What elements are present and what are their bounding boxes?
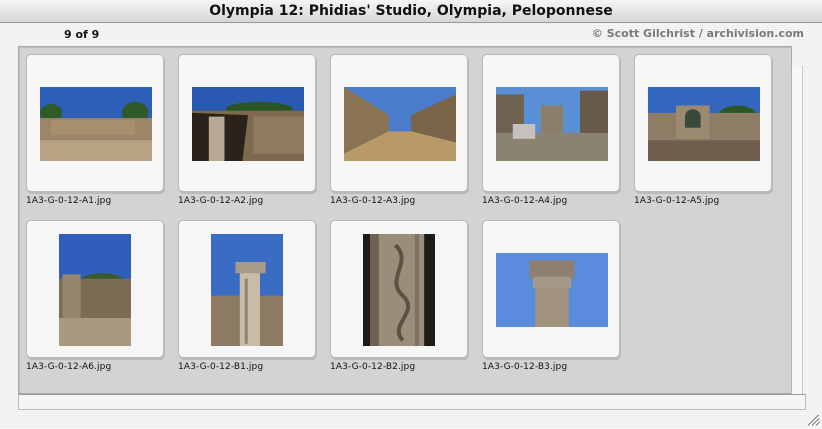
vertical-scrollbar[interactable]	[791, 66, 803, 394]
horizontal-scrollbar[interactable]	[18, 394, 806, 410]
thumbnail-filename: 1A3-G-0-12-B3.jpg	[482, 362, 568, 372]
thumbnail-filename: 1A3-G-0-12-A6.jpg	[26, 362, 112, 372]
thumbnail-filename: 1A3-G-0-12-A4.jpg	[482, 196, 568, 206]
thumbnail-image[interactable]	[344, 87, 456, 161]
thumbnail-image[interactable]	[496, 87, 608, 161]
resize-grip-icon[interactable]	[806, 412, 820, 426]
thumbnail-image[interactable]	[59, 234, 131, 346]
thumbnail-frame[interactable]	[634, 54, 772, 192]
image-count: 9 of 9	[64, 28, 100, 41]
window-title: Olympia 12: Phidias' Studio, Olympia, Pe…	[209, 3, 613, 19]
thumbnail-filename: 1A3-G-0-12-A5.jpg	[634, 196, 720, 206]
thumbnail-frame[interactable]	[482, 54, 620, 192]
thumbnail-filename: 1A3-G-0-12-A1.jpg	[26, 196, 112, 206]
thumbnail-image[interactable]	[40, 87, 152, 161]
thumbnail-frame[interactable]	[330, 54, 468, 192]
window-title-bar[interactable]: Olympia 12: Phidias' Studio, Olympia, Pe…	[0, 0, 822, 23]
thumbnail-filename: 1A3-G-0-12-A2.jpg	[178, 196, 264, 206]
thumbnail-filename: 1A3-G-0-12-B1.jpg	[178, 362, 264, 372]
thumbnail-frame[interactable]	[482, 220, 620, 358]
thumbnail-frame[interactable]	[178, 220, 316, 358]
thumbnail-image[interactable]	[363, 234, 435, 346]
thumbnail-frame[interactable]	[178, 54, 316, 192]
copyright-notice: © Scott Gilchrist / archivision.com	[591, 27, 804, 40]
thumbnail-filename: 1A3-G-0-12-A3.jpg	[330, 196, 416, 206]
thumbnail-image[interactable]	[648, 87, 760, 161]
thumbnail-frame[interactable]	[330, 220, 468, 358]
thumbnail-filename: 1A3-G-0-12-B2.jpg	[330, 362, 416, 372]
thumbnail-image[interactable]	[211, 234, 283, 346]
thumbnail-frame[interactable]	[26, 220, 164, 358]
thumbnail-frame[interactable]	[26, 54, 164, 192]
thumbnail-image[interactable]	[192, 87, 304, 161]
thumbnail-image[interactable]	[496, 253, 608, 327]
